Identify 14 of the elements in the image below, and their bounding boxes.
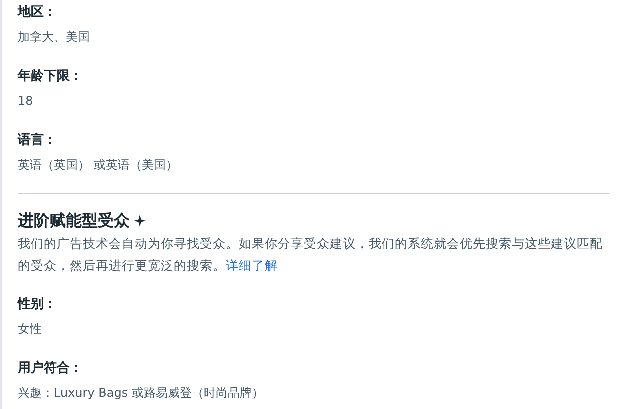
section-title: 进阶赋能型受众 <box>18 210 130 232</box>
field-value: 女性 <box>18 321 43 338</box>
field-label: 地区： <box>18 4 58 22</box>
field-label: 用户符合： <box>18 360 84 378</box>
learn-more-link[interactable]: 详细了解 <box>226 258 278 273</box>
field-value: 18 <box>18 93 34 110</box>
section-description: 我们的广告技术会自动为你寻找受众。如果你分享受众建议，我们的系统就会优先搜索与这些建议匹配的受众，然后再进行更宽泛的搜索。详细了解 <box>18 235 604 275</box>
field-value: 兴趣：Luxury Bags 或路易威登（时尚品牌） <box>18 385 265 402</box>
field-value: 加拿大、美国 <box>18 29 91 46</box>
sparkle-icon <box>134 215 146 227</box>
field-value: 英语（英国） 或英语（美国） <box>18 157 179 174</box>
field-label: 年龄下限： <box>18 68 84 86</box>
field-label: 语言： <box>18 132 58 150</box>
field-label: 性别： <box>18 296 58 314</box>
